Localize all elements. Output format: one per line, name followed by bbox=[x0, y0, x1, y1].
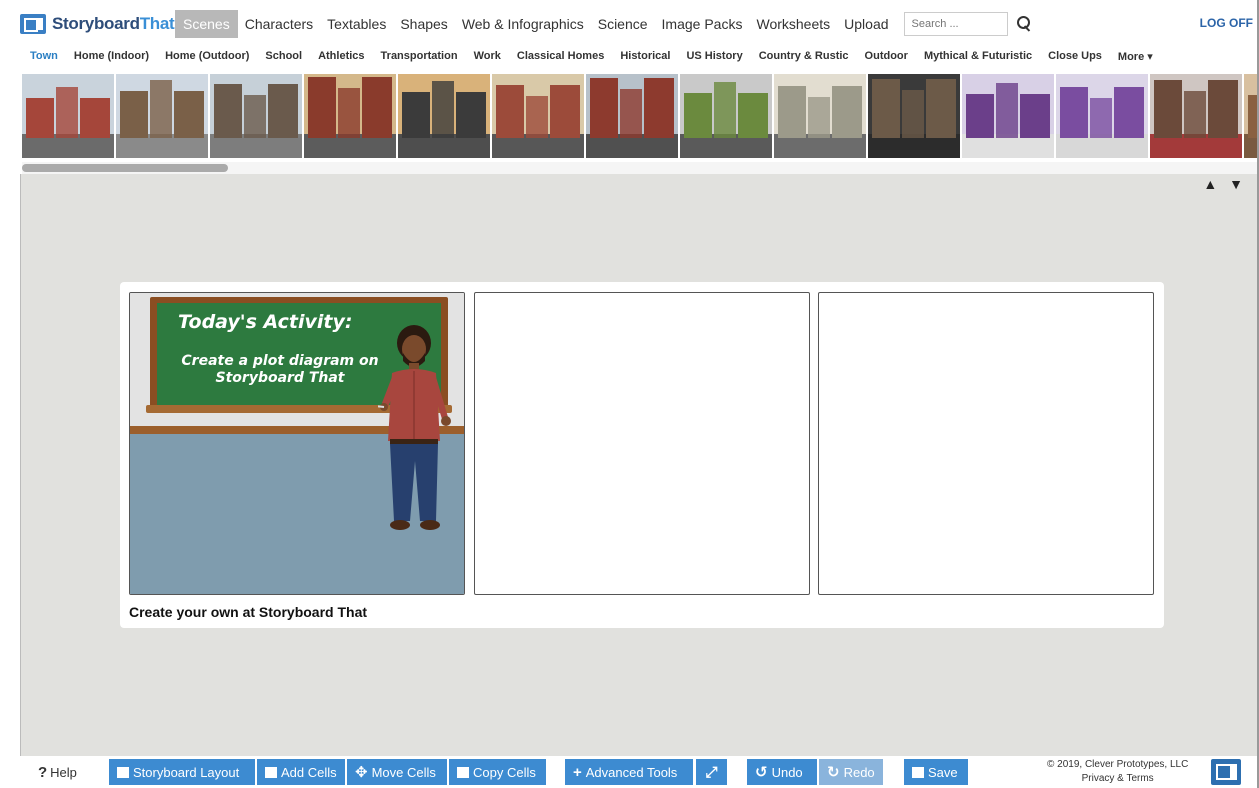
nav-textables[interactable]: Textables bbox=[320, 10, 393, 38]
copy-icon bbox=[457, 766, 469, 778]
category-mythical-futuristic[interactable]: Mythical & Futuristic bbox=[916, 50, 1040, 62]
plus-icon: + bbox=[573, 763, 582, 781]
layout-icon bbox=[117, 766, 129, 778]
logo-text-story: Storyboard bbox=[52, 14, 140, 33]
chalkboard-text-line-2: Storyboard That bbox=[215, 370, 345, 386]
search-input[interactable] bbox=[903, 12, 1008, 36]
help-button[interactable]: ? Help bbox=[38, 764, 77, 781]
nav-science[interactable]: Science bbox=[591, 10, 655, 38]
scene-thumbnail[interactable] bbox=[304, 74, 396, 158]
chalkboard-text-line-1: Create a plot diagram on bbox=[181, 353, 379, 369]
add-cells-icon bbox=[265, 766, 277, 778]
category-historical[interactable]: Historical bbox=[612, 50, 678, 62]
scene-thumbnail[interactable] bbox=[22, 74, 114, 158]
logo-text-that: That bbox=[139, 14, 175, 33]
advanced-tools-button[interactable]: + Advanced Tools bbox=[565, 759, 693, 785]
fullscreen-button[interactable]: ⤢ bbox=[696, 759, 727, 785]
search-icon[interactable] bbox=[1014, 14, 1034, 34]
nav-image-packs[interactable]: Image Packs bbox=[655, 10, 750, 38]
category-athletics[interactable]: Athletics bbox=[310, 50, 372, 62]
move-cells-button[interactable]: ✥ Move Cells bbox=[347, 759, 447, 785]
logo-icon bbox=[20, 14, 46, 34]
move-arrows-icon: ✥ bbox=[355, 764, 368, 781]
redo-button[interactable]: ↻ Redo bbox=[819, 759, 883, 785]
category-classical-homes[interactable]: Classical Homes bbox=[509, 50, 612, 62]
storyboard: Today's Activity: Create a plot diagram … bbox=[120, 282, 1164, 628]
storyboard-cell-2[interactable] bbox=[474, 292, 810, 595]
bottom-toolbar: ? Help Storyboard Layout Add Cells ✥ Move … bbox=[20, 756, 1259, 788]
thumbnail-scrollbar-thumb[interactable] bbox=[22, 164, 228, 172]
scene-thumbnail[interactable] bbox=[492, 74, 584, 158]
scene-thumbnail[interactable] bbox=[586, 74, 678, 158]
copyright-notice: © 2019, Clever Prototypes, LLC Privacy &… bbox=[1047, 759, 1189, 786]
save-icon bbox=[912, 766, 924, 778]
nav-scenes[interactable]: Scenes bbox=[175, 10, 238, 38]
log-off-link[interactable]: LOG OFF bbox=[1200, 16, 1253, 30]
add-cells-button[interactable]: Add Cells bbox=[257, 759, 345, 785]
undo-icon: ↺ bbox=[755, 764, 768, 781]
category-country-rustic[interactable]: Country & Rustic bbox=[751, 50, 857, 62]
storyboard-caption: Create your own at Storyboard That bbox=[129, 604, 368, 620]
storyboard-cell-1[interactable]: Today's Activity: Create a plot diagram … bbox=[129, 292, 465, 595]
top-nav: StoryboardThat Scenes Characters Textabl… bbox=[20, 8, 1259, 40]
teacher-character[interactable] bbox=[378, 321, 458, 539]
scene-thumbnail[interactable] bbox=[962, 74, 1054, 158]
copy-cells-button[interactable]: Copy Cells bbox=[449, 759, 546, 785]
fullscreen-icon: ⤢ bbox=[705, 763, 718, 781]
nav-worksheets[interactable]: Worksheets bbox=[749, 10, 837, 38]
storyboard-canvas: ▲ ▼ Today's Activity: Create a plot diag… bbox=[20, 174, 1259, 756]
nav-characters[interactable]: Characters bbox=[238, 10, 320, 38]
undo-button[interactable]: ↺ Undo bbox=[747, 759, 817, 785]
scene-thumbnail-strip bbox=[22, 74, 1259, 160]
main-nav: Scenes Characters Textables Shapes Web &… bbox=[175, 8, 896, 40]
redo-icon: ↻ bbox=[827, 764, 840, 781]
category-transportation[interactable]: Transportation bbox=[373, 50, 466, 62]
category-more-dropdown[interactable]: More ▾ bbox=[1110, 50, 1161, 63]
category-us-history[interactable]: US History bbox=[678, 50, 750, 62]
scene-thumbnail[interactable] bbox=[868, 74, 960, 158]
scene-thumbnail[interactable] bbox=[210, 74, 302, 158]
storyboard-cell-3[interactable] bbox=[818, 292, 1154, 595]
save-button[interactable]: Save bbox=[904, 759, 968, 785]
category-outdoor[interactable]: Outdoor bbox=[857, 50, 916, 62]
nav-shapes[interactable]: Shapes bbox=[393, 10, 454, 38]
category-close-ups[interactable]: Close Ups bbox=[1040, 50, 1110, 62]
scene-thumbnail[interactable] bbox=[1150, 74, 1242, 158]
category-school[interactable]: School bbox=[257, 50, 310, 62]
storyboardthat-logo[interactable]: StoryboardThat bbox=[20, 8, 175, 40]
category-home-outdoor[interactable]: Home (Outdoor) bbox=[157, 50, 257, 62]
scene-thumbnail[interactable] bbox=[774, 74, 866, 158]
chalkboard-title[interactable]: Today's Activity: bbox=[178, 311, 352, 333]
scene-thumbnail[interactable] bbox=[1056, 74, 1148, 158]
question-mark-icon: ? bbox=[38, 764, 48, 781]
category-town[interactable]: Town bbox=[20, 50, 66, 62]
scene-thumbnail[interactable] bbox=[680, 74, 772, 158]
scene-category-nav: Town Home (Indoor) Home (Outdoor) School… bbox=[20, 44, 1259, 68]
privacy-terms-link[interactable]: Privacy & Terms bbox=[1047, 772, 1188, 786]
scene-thumbnail[interactable] bbox=[116, 74, 208, 158]
nav-upload[interactable]: Upload bbox=[837, 10, 895, 38]
storyboardthat-corner-logo-icon[interactable] bbox=[1211, 759, 1241, 785]
chalkboard-text[interactable]: Create a plot diagram on Storyboard That bbox=[160, 353, 400, 387]
collapse-expand-arrows[interactable]: ▲ ▼ bbox=[1203, 176, 1247, 192]
storyboard-layout-button[interactable]: Storyboard Layout bbox=[109, 759, 255, 785]
category-home-indoor[interactable]: Home (Indoor) bbox=[66, 50, 157, 62]
nav-web-infographics[interactable]: Web & Infographics bbox=[455, 10, 591, 38]
scene-thumbnail[interactable] bbox=[398, 74, 490, 158]
category-work[interactable]: Work bbox=[466, 50, 509, 62]
